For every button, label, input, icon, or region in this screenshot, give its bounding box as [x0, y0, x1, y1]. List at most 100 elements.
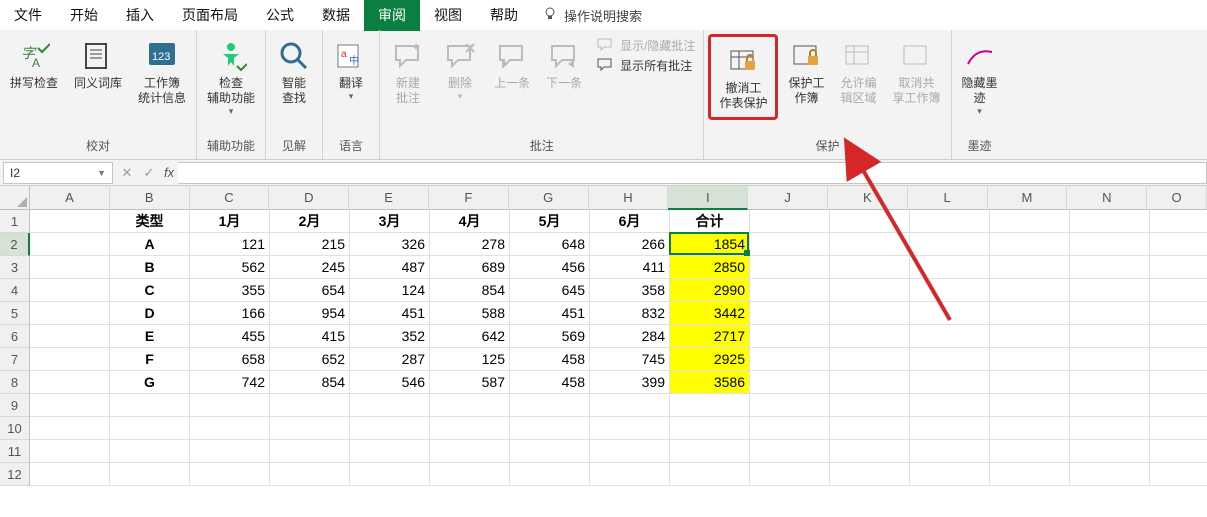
cell[interactable]	[990, 394, 1070, 417]
cell[interactable]	[910, 233, 990, 256]
cell[interactable]: 645	[510, 279, 590, 302]
cell[interactable]	[990, 325, 1070, 348]
cell[interactable]	[750, 279, 830, 302]
cell[interactable]	[910, 463, 990, 486]
cell[interactable]: 745	[590, 348, 670, 371]
cell[interactable]	[910, 302, 990, 325]
cell[interactable]: 326	[350, 233, 430, 256]
cell[interactable]	[830, 394, 910, 417]
row-header[interactable]: 8	[0, 371, 30, 394]
cell[interactable]	[350, 463, 430, 486]
cell[interactable]: 245	[270, 256, 350, 279]
name-box[interactable]: I2 ▼	[3, 162, 113, 184]
cell[interactable]	[750, 417, 830, 440]
cell[interactable]: 287	[350, 348, 430, 371]
cell[interactable]	[910, 417, 990, 440]
cell[interactable]: 合计	[670, 210, 750, 233]
cell[interactable]	[990, 302, 1070, 325]
cell[interactable]	[30, 348, 110, 371]
cell[interactable]	[350, 417, 430, 440]
formula-input[interactable]	[178, 162, 1207, 184]
cell[interactable]	[430, 417, 510, 440]
cell[interactable]	[190, 440, 270, 463]
column-header[interactable]: A	[30, 186, 110, 210]
cell[interactable]	[350, 440, 430, 463]
cell[interactable]: 3586	[670, 371, 750, 394]
cell[interactable]: 358	[590, 279, 670, 302]
check-accessibility-button[interactable]: 检查 辅助功能 ▾	[201, 34, 261, 121]
cell[interactable]	[190, 417, 270, 440]
cell[interactable]: F	[110, 348, 190, 371]
tab-页面布局[interactable]: 页面布局	[168, 0, 252, 31]
cell[interactable]	[590, 440, 670, 463]
cell[interactable]: G	[110, 371, 190, 394]
workbook-stats-button[interactable]: 123 工作簿 统计信息	[132, 34, 192, 110]
cell[interactable]	[1150, 440, 1207, 463]
cell[interactable]	[750, 440, 830, 463]
select-all-corner[interactable]	[0, 186, 30, 210]
tell-me-search[interactable]: 操作说明搜索	[532, 6, 652, 25]
row-header[interactable]: 4	[0, 279, 30, 302]
cell[interactable]: 411	[590, 256, 670, 279]
cell[interactable]: 487	[350, 256, 430, 279]
cell[interactable]	[1150, 394, 1207, 417]
tab-视图[interactable]: 视图	[420, 0, 476, 31]
cell[interactable]: 654	[270, 279, 350, 302]
column-header[interactable]: C	[190, 186, 270, 210]
cell[interactable]	[750, 371, 830, 394]
cell[interactable]	[830, 325, 910, 348]
column-header[interactable]: G	[509, 186, 589, 210]
cell[interactable]	[830, 348, 910, 371]
tab-数据[interactable]: 数据	[308, 0, 364, 31]
cell[interactable]: 415	[270, 325, 350, 348]
cell[interactable]: 458	[510, 371, 590, 394]
cell[interactable]: 399	[590, 371, 670, 394]
cell[interactable]	[110, 417, 190, 440]
row-header[interactable]: 11	[0, 440, 30, 463]
cell[interactable]	[830, 256, 910, 279]
row-headers[interactable]: 123456789101112	[0, 210, 30, 486]
cell[interactable]	[1150, 210, 1207, 233]
cell[interactable]	[1070, 440, 1150, 463]
cell[interactable]: 2月	[270, 210, 350, 233]
cell[interactable]	[1070, 279, 1150, 302]
cell[interactable]	[270, 417, 350, 440]
cell[interactable]	[830, 440, 910, 463]
cell[interactable]: 458	[510, 348, 590, 371]
cell[interactable]	[30, 394, 110, 417]
column-headers[interactable]: ABCDEFGHIJKLMNO	[30, 186, 1207, 210]
cell[interactable]	[30, 302, 110, 325]
cell[interactable]	[910, 371, 990, 394]
cell[interactable]	[430, 394, 510, 417]
cell[interactable]: 588	[430, 302, 510, 325]
cell[interactable]	[1150, 348, 1207, 371]
column-header[interactable]: B	[110, 186, 190, 210]
cell[interactable]	[1150, 463, 1207, 486]
tab-公式[interactable]: 公式	[252, 0, 308, 31]
cell[interactable]	[430, 440, 510, 463]
cell[interactable]	[30, 233, 110, 256]
show-all-comments[interactable]: 显示所有批注	[596, 56, 695, 74]
cell[interactable]: B	[110, 256, 190, 279]
cell[interactable]	[990, 233, 1070, 256]
cell[interactable]: C	[110, 279, 190, 302]
thesaurus-button[interactable]: 同义词库	[68, 34, 128, 95]
cell[interactable]: 451	[510, 302, 590, 325]
cell[interactable]	[830, 371, 910, 394]
cell[interactable]: 266	[590, 233, 670, 256]
cell[interactable]: 652	[270, 348, 350, 371]
cell[interactable]	[190, 463, 270, 486]
unprotect-sheet-button[interactable]: 撤消工 作表保护	[713, 39, 773, 115]
column-header[interactable]: K	[828, 186, 908, 210]
row-header[interactable]: 1	[0, 210, 30, 233]
cell[interactable]: 352	[350, 325, 430, 348]
cell[interactable]	[510, 394, 590, 417]
column-header[interactable]: I	[668, 186, 748, 210]
cell[interactable]	[1070, 233, 1150, 256]
cell[interactable]	[1070, 463, 1150, 486]
cell[interactable]	[830, 417, 910, 440]
cell[interactable]	[990, 417, 1070, 440]
cell[interactable]	[750, 463, 830, 486]
cell[interactable]	[910, 348, 990, 371]
tab-文件[interactable]: 文件	[0, 0, 56, 31]
